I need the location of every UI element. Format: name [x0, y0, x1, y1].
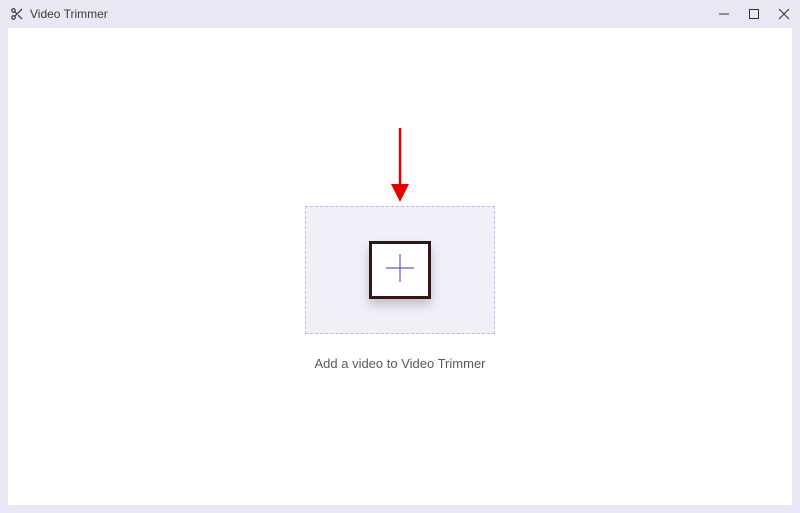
annotation-arrow-icon: [388, 126, 412, 209]
app-window: Video Trimmer: [0, 0, 800, 513]
titlebar-left: Video Trimmer: [10, 7, 108, 21]
video-dropzone[interactable]: [305, 206, 495, 334]
minimize-button[interactable]: [716, 6, 732, 22]
scissors-icon: [10, 7, 24, 21]
plus-icon: [382, 250, 418, 291]
titlebar: Video Trimmer: [0, 0, 800, 28]
window-controls: [716, 6, 792, 22]
app-title: Video Trimmer: [30, 7, 108, 21]
instruction-text: Add a video to Video Trimmer: [314, 356, 485, 371]
center-area: Add a video to Video Trimmer: [305, 206, 495, 371]
maximize-button[interactable]: [746, 6, 762, 22]
add-video-button[interactable]: [369, 241, 431, 299]
content-panel: Add a video to Video Trimmer: [8, 28, 792, 505]
close-button[interactable]: [776, 6, 792, 22]
